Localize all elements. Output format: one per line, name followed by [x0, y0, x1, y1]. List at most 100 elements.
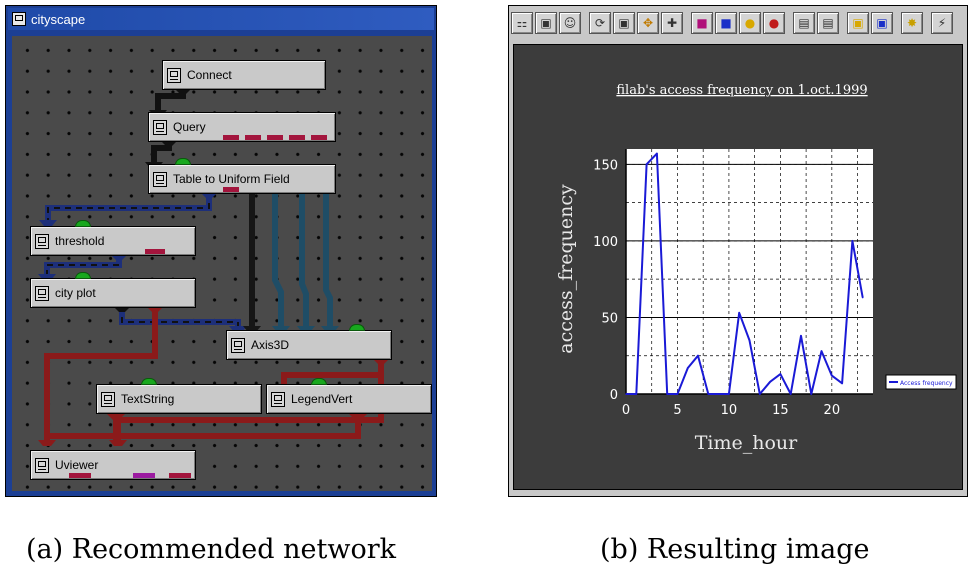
module-icon — [35, 457, 49, 473]
data-point — [656, 152, 658, 155]
data-point — [779, 373, 782, 375]
output-port[interactable] — [133, 473, 155, 478]
wire-cityplot-axis — [119, 306, 241, 330]
output-port[interactable] — [169, 473, 191, 478]
input-port[interactable] — [349, 324, 365, 331]
light-icon[interactable]: ✸ — [901, 12, 923, 34]
caption-left: (a) Recommended network — [26, 534, 396, 565]
output-port[interactable] — [223, 135, 239, 140]
module-threshold[interactable]: threshold — [30, 220, 196, 256]
output-port[interactable] — [289, 135, 305, 140]
data-point — [820, 350, 823, 352]
module-uviewer[interactable]: Uviewer — [30, 450, 196, 480]
data-point — [738, 312, 741, 314]
document-icon[interactable]: ▤ — [817, 12, 839, 34]
viewer-window: ⚏ ▣ ☺ ⟳ ▣ ✥ ✚ ■ ■ ● ● ▤ ▤ ▣ ▣ ✸ ⚡ filab'… — [508, 5, 968, 497]
output-port[interactable] — [223, 187, 239, 192]
chart-legend: Access frequency — [885, 374, 957, 390]
module-connect[interactable]: Connect — [162, 60, 326, 90]
access-frequency-chart: filab's access frequency on 1.oct.1999 a… — [555, 83, 957, 454]
data-point — [645, 163, 648, 166]
plot-viewport[interactable]: filab's access frequency on 1.oct.1999 a… — [513, 44, 963, 490]
module-label: Uviewer — [55, 458, 99, 472]
sphere-yellow-icon[interactable]: ● — [739, 12, 761, 34]
input-port[interactable] — [175, 158, 191, 165]
module-icon — [153, 119, 167, 135]
wire-table-axis-2 — [272, 192, 284, 330]
output-port[interactable] — [145, 249, 165, 254]
chart-ylabel: access_frequency — [555, 184, 577, 354]
input-port[interactable] — [311, 378, 327, 385]
wire-cityplot-uviewer — [44, 306, 158, 444]
data-point — [810, 393, 813, 395]
input-port[interactable] — [75, 220, 91, 227]
output-port[interactable] — [69, 473, 91, 478]
sphere-red-icon[interactable]: ● — [763, 12, 785, 34]
input-port[interactable] — [75, 272, 91, 279]
data-point — [707, 393, 710, 395]
input-port[interactable] — [141, 378, 157, 385]
camera-icon[interactable]: ▣ — [535, 12, 557, 34]
module-axis3d[interactable]: Axis3D — [226, 324, 392, 360]
data-point — [717, 393, 720, 395]
x-tick-label: 20 — [824, 403, 841, 418]
data-point — [861, 296, 864, 299]
page-icon[interactable]: ▤ — [793, 12, 815, 34]
output-port[interactable] — [311, 135, 327, 140]
module-label: LegendVert — [291, 392, 353, 406]
data-point — [851, 240, 854, 242]
module-textstring[interactable]: TextString — [96, 378, 262, 414]
lightning-icon[interactable]: ⚡ — [931, 12, 953, 34]
chart-xlabel: Time_hour — [695, 432, 798, 454]
move-icon[interactable]: ✥ — [637, 12, 659, 34]
cube-red-icon[interactable]: ■ — [691, 12, 713, 34]
zoom-icon[interactable]: ⚏ — [511, 12, 533, 34]
data-point — [841, 382, 843, 385]
module-legendvert[interactable]: LegendVert — [266, 378, 432, 414]
data-point — [789, 393, 792, 395]
y-tick-label: 100 — [593, 235, 618, 250]
data-point — [686, 367, 689, 369]
x-tick-label: 10 — [721, 403, 738, 418]
data-point — [758, 393, 761, 395]
module-table-to-uniform-field[interactable]: Table to Uniform Field — [148, 158, 336, 194]
cube-blue-icon[interactable]: ■ — [715, 12, 737, 34]
module-icon — [35, 285, 49, 301]
module-label: Query — [173, 120, 206, 134]
module-city-plot[interactable]: city plot — [30, 272, 196, 308]
network-canvas[interactable]: Connect Query Table to Uniform Field thr… — [12, 36, 432, 491]
legend-label: Access frequency — [900, 380, 953, 387]
chart-title: filab's access frequency on 1.oct.1999 — [616, 83, 867, 98]
module-label: Table to Uniform Field — [173, 172, 290, 186]
box-icon[interactable]: ▣ — [613, 12, 635, 34]
module-icon — [35, 233, 49, 249]
network-wires — [38, 88, 390, 446]
x-tick-label: 5 — [673, 403, 681, 418]
module-label: Axis3D — [251, 338, 290, 352]
data-point — [800, 335, 802, 337]
data-point — [748, 339, 751, 342]
module-icon — [167, 67, 181, 83]
data-point — [697, 354, 699, 357]
module-label: city plot — [55, 286, 96, 300]
frame-blue-icon[interactable]: ▣ — [871, 12, 893, 34]
data-point — [625, 393, 627, 395]
data-point — [635, 393, 638, 395]
output-port[interactable] — [267, 135, 283, 140]
module-query[interactable]: Query — [148, 112, 336, 142]
person-icon[interactable]: ☺ — [559, 12, 581, 34]
y-tick-label: 50 — [601, 311, 618, 326]
crosshair-icon[interactable]: ✚ — [661, 12, 683, 34]
module-icon — [271, 391, 285, 407]
wire-table-axis-3 — [299, 192, 309, 330]
caption-right: (b) Resulting image — [600, 534, 870, 565]
output-port[interactable] — [245, 135, 261, 140]
network-editor-window: cityscape Connect Query Table to Uniform… — [5, 5, 437, 497]
rotate-icon[interactable]: ⟳ — [589, 12, 611, 34]
network-title-bar[interactable]: cityscape — [8, 8, 434, 30]
module-label: Connect — [187, 68, 232, 82]
frame-icon[interactable]: ▣ — [847, 12, 869, 34]
wire-table-axis-4 — [323, 192, 333, 330]
y-tick-label: 0 — [610, 388, 618, 403]
data-point — [676, 393, 679, 395]
